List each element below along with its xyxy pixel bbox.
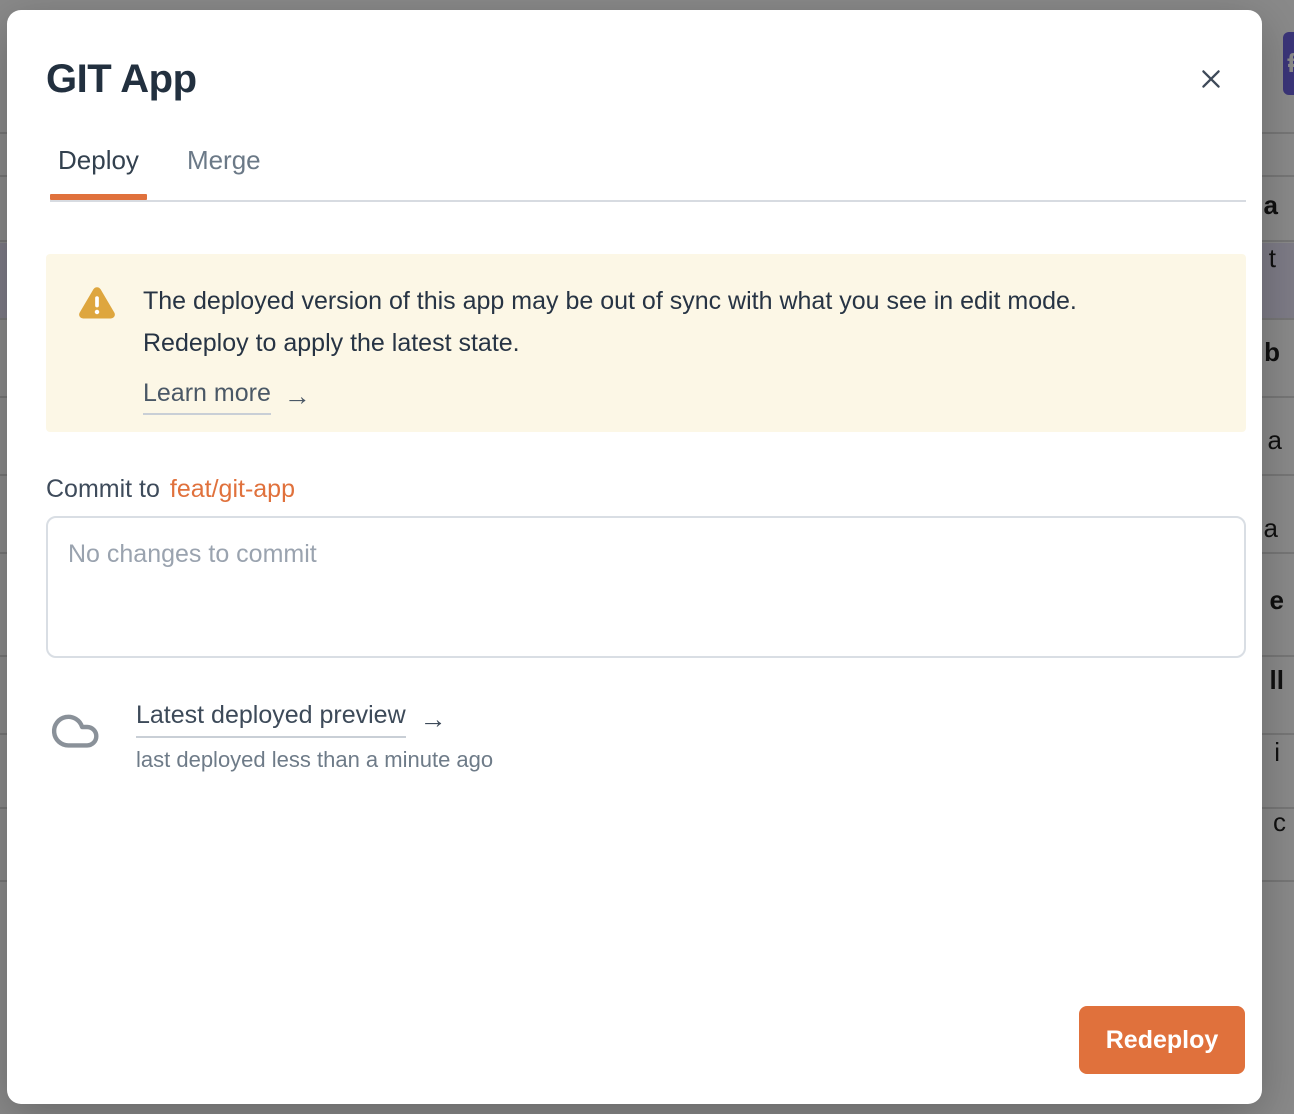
tab-bar: Deploy Merge	[50, 143, 1246, 202]
arrow-right-icon: →	[284, 381, 311, 412]
arrow-right-icon: →	[420, 704, 447, 735]
learn-more-row: Learn more →	[143, 378, 1077, 415]
git-app-modal: GIT App Deploy Merge The deployed versio…	[7, 10, 1262, 1104]
commit-message-input[interactable]	[46, 516, 1246, 658]
tab-deploy[interactable]: Deploy	[50, 143, 147, 200]
commit-label-prefix: Commit to	[46, 475, 160, 503]
screen: - f a t b a a e ll i c GIT App Deploy Me…	[0, 0, 1294, 1114]
last-deployed-status: last deployed less than a minute ago	[136, 746, 493, 774]
close-button[interactable]	[1193, 61, 1229, 97]
close-icon	[1197, 65, 1225, 93]
latest-deployed-preview-link[interactable]: Latest deployed preview	[136, 700, 406, 738]
modal-title: GIT App	[46, 55, 197, 103]
warning-banner: The deployed version of this app may be …	[46, 254, 1246, 432]
preview-link-row: Latest deployed preview →	[136, 700, 493, 738]
modal-header: GIT App	[46, 55, 1229, 103]
redeploy-button[interactable]: Redeploy	[1079, 1006, 1245, 1074]
warning-icon	[78, 286, 116, 320]
deployed-preview-body: Latest deployed preview → last deployed …	[136, 700, 493, 774]
warning-banner-body: The deployed version of this app may be …	[143, 280, 1077, 415]
learn-more-link[interactable]: Learn more	[143, 378, 271, 415]
warning-message-line1: The deployed version of this app may be …	[143, 280, 1077, 322]
branch-name[interactable]: feat/git-app	[170, 475, 295, 503]
warning-message-line2: Redeploy to apply the latest state.	[143, 322, 1077, 364]
commit-label: Commit to feat/git-app	[46, 474, 1246, 504]
deployed-preview-section: Latest deployed preview → last deployed …	[48, 700, 1246, 774]
cloud-icon	[48, 708, 102, 752]
tab-merge[interactable]: Merge	[179, 143, 269, 200]
